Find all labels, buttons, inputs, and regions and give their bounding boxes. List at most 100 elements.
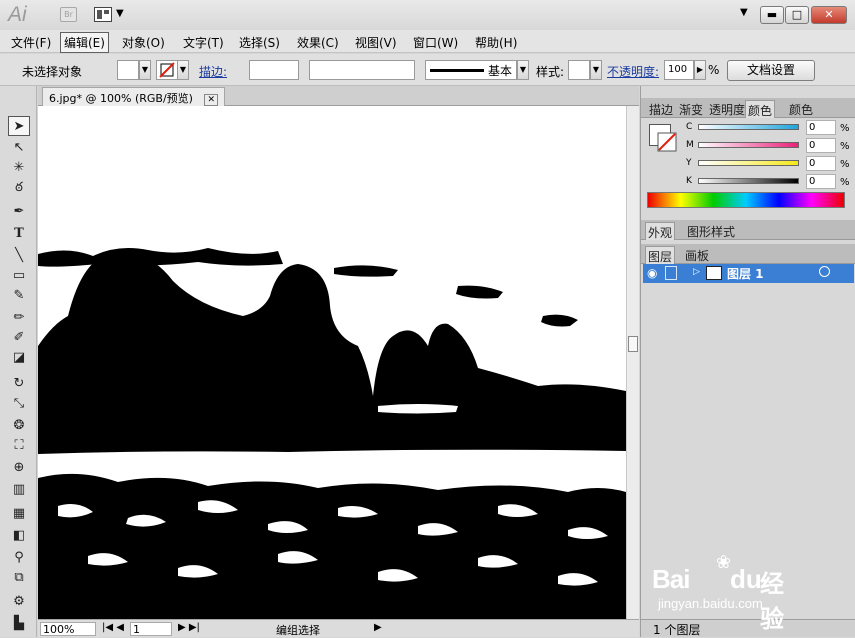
tab-gradient[interactable]: 渐变: [677, 100, 705, 118]
gradient-tool-icon[interactable]: ◧: [8, 526, 30, 546]
menu-view[interactable]: 视图(V): [352, 33, 400, 52]
close-tab-icon[interactable]: ✕: [204, 94, 219, 106]
yellow-value[interactable]: 0: [806, 156, 836, 171]
opacity-field[interactable]: 100: [664, 60, 694, 80]
column-graph-tool-icon[interactable]: ▙: [8, 614, 30, 634]
next-artboard-icon[interactable]: ▶ ▶|: [178, 622, 200, 633]
menu-text[interactable]: 文字(T): [180, 33, 227, 52]
eyedropper-tool-icon[interactable]: ⚲: [8, 548, 30, 568]
stroke-weight-field[interactable]: [249, 60, 299, 80]
first-artboard-icon[interactable]: |◀ ◀: [102, 622, 124, 633]
eraser-tool-icon[interactable]: ◪: [8, 348, 30, 368]
expand-layer-icon[interactable]: ▷: [693, 267, 700, 277]
mesh-tool-icon[interactable]: ▦: [8, 504, 30, 524]
channel-label: Y: [686, 158, 692, 168]
shape-builder-tool-icon[interactable]: ⊕: [8, 458, 30, 478]
menu-edit[interactable]: 编辑(E): [60, 32, 109, 53]
menu-select[interactable]: 选择(S): [236, 33, 283, 52]
magic-wand-tool-icon[interactable]: ✳: [8, 158, 30, 178]
paintbrush-tool-icon[interactable]: ✎: [8, 286, 30, 306]
workspace-layout-icon[interactable]: [94, 7, 112, 22]
lock-toggle[interactable]: [665, 266, 677, 280]
free-transform-tool-icon[interactable]: ⛶: [8, 436, 30, 456]
fill-dropdown[interactable]: ▼: [139, 60, 151, 80]
percent-sign: %: [840, 123, 850, 134]
magenta-slider[interactable]: [698, 142, 799, 148]
no-stroke-icon: [159, 62, 175, 78]
brush-definition-field[interactable]: 基本: [425, 60, 517, 80]
blob-brush-tool-icon[interactable]: ✐: [8, 328, 30, 348]
close-button[interactable]: ✕: [811, 6, 847, 24]
title-bar: Ai Br ▼ ▼ ▬ □ ✕: [0, 0, 855, 30]
tab-artboards[interactable]: 画板: [683, 246, 711, 264]
menu-effect[interactable]: 效果(C): [294, 33, 342, 52]
yellow-slider[interactable]: [698, 160, 799, 166]
pen-tool-icon[interactable]: ✒: [8, 202, 30, 222]
menu-window[interactable]: 窗口(W): [410, 33, 461, 52]
eye-visibility-icon[interactable]: ◉: [647, 266, 657, 280]
rotate-tool-icon[interactable]: ↻: [8, 374, 30, 394]
type-tool-icon[interactable]: T: [8, 224, 30, 244]
layer-row[interactable]: ◉ ▷ 图层 1: [643, 264, 854, 283]
rectangle-tool-icon[interactable]: ▭: [8, 266, 30, 286]
black-slider[interactable]: [698, 178, 799, 184]
tab-color[interactable]: 颜色: [745, 100, 776, 118]
control-bar: 未选择对象 ▼ ▼ 描边: 基本 ▼ 样式: ▼ 不透明度: 100 ▶ % 文…: [0, 54, 855, 86]
status-text[interactable]: 编组选择: [276, 622, 320, 638]
color-spectrum-bar[interactable]: [647, 192, 845, 208]
layer-name[interactable]: 图层 1: [727, 265, 764, 282]
black-value[interactable]: 0: [806, 174, 836, 189]
status-arrow-icon[interactable]: ▶: [374, 622, 382, 633]
menu-help[interactable]: 帮助(H): [472, 33, 520, 52]
tab-stroke[interactable]: 描边: [647, 100, 675, 118]
tab-transparency[interactable]: 透明度: [707, 100, 747, 118]
artboard-number-field[interactable]: 1: [130, 622, 172, 636]
style-swatch[interactable]: [568, 60, 590, 80]
no-stroke-icon: [657, 132, 677, 152]
chevron-down-icon[interactable]: ▼: [116, 8, 124, 19]
tab-layers[interactable]: 图层: [645, 246, 676, 264]
fill-swatch[interactable]: [117, 60, 139, 80]
opacity-dropdown[interactable]: ▶: [694, 60, 706, 80]
stroke-swatch[interactable]: [156, 60, 178, 80]
symbol-sprayer-tool-icon[interactable]: ⚙: [8, 592, 30, 612]
tab-graphic-styles[interactable]: 图形样式: [685, 222, 737, 240]
bridge-button[interactable]: Br: [60, 7, 77, 22]
pencil-tool-icon[interactable]: ✏: [8, 308, 30, 328]
cyan-value[interactable]: 0: [806, 120, 836, 135]
vertical-scrollbar[interactable]: [626, 106, 639, 619]
stroke-dropdown[interactable]: ▼: [177, 60, 189, 80]
target-circle-icon[interactable]: [819, 266, 830, 277]
stroke-style-label: 基本: [488, 64, 513, 78]
blend-tool-icon[interactable]: ⧉: [8, 568, 30, 588]
lasso-tool-icon[interactable]: ఠ: [8, 178, 30, 198]
brush-dropdown[interactable]: ▼: [517, 60, 529, 80]
workspace-switcher-arrow-icon[interactable]: ▼: [740, 7, 748, 18]
scale-tool-icon[interactable]: ⤡: [8, 394, 30, 414]
layer-thumbnail-icon: [706, 266, 722, 280]
cyan-slider[interactable]: [698, 124, 799, 130]
artboard-canvas[interactable]: [38, 106, 626, 619]
minimize-button[interactable]: ▬: [760, 6, 784, 24]
warp-tool-icon[interactable]: ❂: [8, 416, 30, 436]
zoom-field[interactable]: 100%: [40, 622, 96, 636]
menu-file[interactable]: 文件(F): [8, 33, 54, 52]
document-setup-button[interactable]: 文档设置: [727, 60, 815, 81]
variable-width-profile[interactable]: [309, 60, 415, 80]
style-dropdown[interactable]: ▼: [590, 60, 602, 80]
direct-selection-tool-icon[interactable]: ↖: [8, 138, 30, 158]
stroke-color-swatch[interactable]: [657, 132, 677, 152]
scroll-thumb[interactable]: [628, 336, 638, 352]
tab-color-guide[interactable]: 颜色: [787, 100, 815, 118]
stroke-line-preview: [430, 69, 484, 72]
menu-object[interactable]: 对象(O): [119, 33, 168, 52]
graph-tool-icon[interactable]: ▥: [8, 480, 30, 500]
maximize-button[interactable]: □: [785, 6, 809, 24]
line-tool-icon[interactable]: ╲: [8, 246, 30, 266]
tab-appearance[interactable]: 外观: [645, 222, 676, 240]
stroke-label[interactable]: 描边:: [199, 63, 227, 80]
magenta-value[interactable]: 0: [806, 138, 836, 153]
opacity-label[interactable]: 不透明度:: [607, 63, 659, 80]
selection-tool-icon[interactable]: ➤: [8, 116, 30, 136]
document-tab[interactable]: 6.jpg* @ 100% (RGB/预览) ✕: [42, 87, 226, 106]
